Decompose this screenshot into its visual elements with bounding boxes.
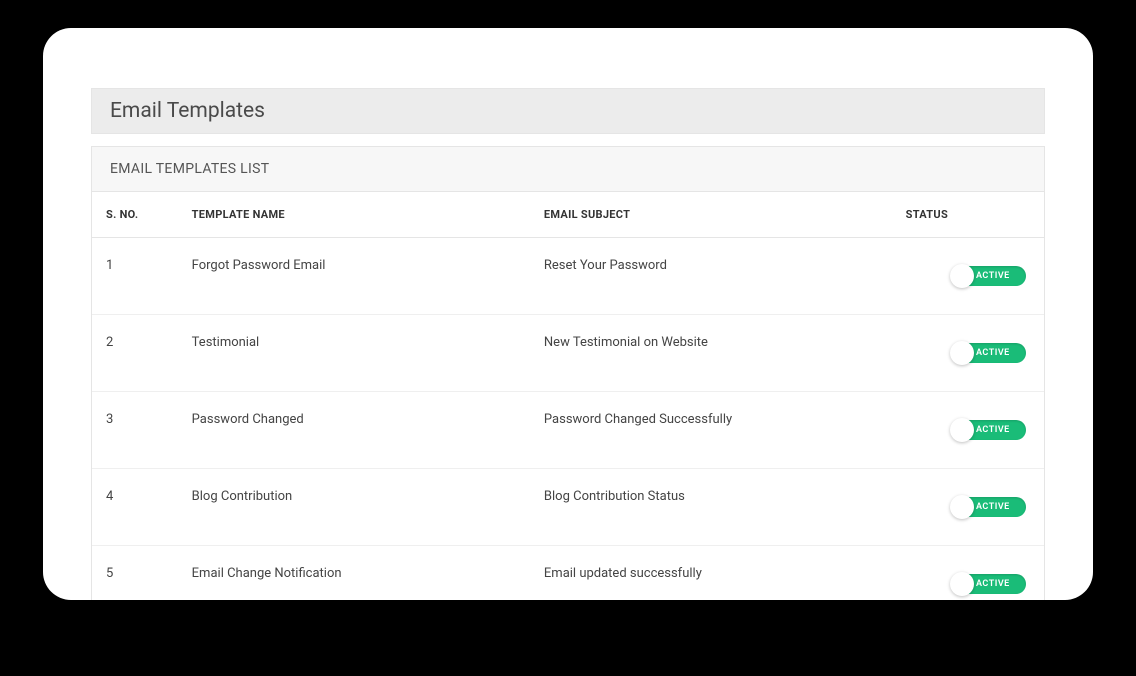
table-row: 4 Blog Contribution Blog Contribution St… bbox=[92, 469, 1044, 546]
toggle-label: ACTIVE bbox=[976, 425, 1010, 435]
header-sno: S. NO. bbox=[92, 192, 178, 238]
status-toggle[interactable]: ACTIVE bbox=[954, 497, 1026, 517]
templates-table: S. NO. TEMPLATE NAME EMAIL SUBJECT STATU… bbox=[92, 192, 1044, 600]
cell-name: Blog Contribution bbox=[178, 469, 530, 546]
cell-subject: Reset Your Password bbox=[530, 238, 892, 315]
toggle-label: ACTIVE bbox=[976, 271, 1010, 281]
status-toggle[interactable]: ACTIVE bbox=[954, 266, 1026, 286]
cell-name: Email Change Notification bbox=[178, 546, 530, 601]
page-header: Email Templates bbox=[91, 88, 1045, 134]
cell-subject: New Testimonial on Website bbox=[530, 315, 892, 392]
toggle-knob-icon bbox=[950, 495, 974, 519]
toggle-label: ACTIVE bbox=[976, 348, 1010, 358]
cell-sno: 2 bbox=[92, 315, 178, 392]
cell-status: ACTIVE bbox=[892, 315, 1044, 392]
page-title: Email Templates bbox=[110, 99, 1026, 123]
cell-sno: 5 bbox=[92, 546, 178, 601]
app-card: Email Templates EMAIL TEMPLATES LIST S. … bbox=[43, 28, 1093, 600]
toggle-label: ACTIVE bbox=[976, 579, 1010, 589]
templates-panel: EMAIL TEMPLATES LIST S. NO. TEMPLATE NAM… bbox=[91, 146, 1045, 600]
cell-status: ACTIVE bbox=[892, 469, 1044, 546]
status-toggle[interactable]: ACTIVE bbox=[954, 420, 1026, 440]
status-toggle[interactable]: ACTIVE bbox=[954, 343, 1026, 363]
toggle-knob-icon bbox=[950, 264, 974, 288]
header-name: TEMPLATE NAME bbox=[178, 192, 530, 238]
cell-sno: 4 bbox=[92, 469, 178, 546]
cell-sno: 3 bbox=[92, 392, 178, 469]
panel-title: EMAIL TEMPLATES LIST bbox=[110, 161, 1026, 177]
cell-name: Forgot Password Email bbox=[178, 238, 530, 315]
cell-subject: Email updated successfully bbox=[530, 546, 892, 601]
header-subject: EMAIL SUBJECT bbox=[530, 192, 892, 238]
cell-subject: Blog Contribution Status bbox=[530, 469, 892, 546]
cell-sno: 1 bbox=[92, 238, 178, 315]
toggle-knob-icon bbox=[950, 418, 974, 442]
panel-header: EMAIL TEMPLATES LIST bbox=[92, 147, 1044, 192]
toggle-knob-icon bbox=[950, 572, 974, 596]
table-row: 1 Forgot Password Email Reset Your Passw… bbox=[92, 238, 1044, 315]
status-toggle[interactable]: ACTIVE bbox=[954, 574, 1026, 594]
table-row: 5 Email Change Notification Email update… bbox=[92, 546, 1044, 601]
table-header-row: S. NO. TEMPLATE NAME EMAIL SUBJECT STATU… bbox=[92, 192, 1044, 238]
table-row: 2 Testimonial New Testimonial on Website… bbox=[92, 315, 1044, 392]
cell-subject: Password Changed Successfully bbox=[530, 392, 892, 469]
cell-name: Password Changed bbox=[178, 392, 530, 469]
cell-status: ACTIVE bbox=[892, 392, 1044, 469]
toggle-label: ACTIVE bbox=[976, 502, 1010, 512]
cell-status: ACTIVE bbox=[892, 238, 1044, 315]
toggle-knob-icon bbox=[950, 341, 974, 365]
header-status: STATUS bbox=[892, 192, 1044, 238]
cell-status: ACTIVE bbox=[892, 546, 1044, 601]
table-row: 3 Password Changed Password Changed Succ… bbox=[92, 392, 1044, 469]
cell-name: Testimonial bbox=[178, 315, 530, 392]
